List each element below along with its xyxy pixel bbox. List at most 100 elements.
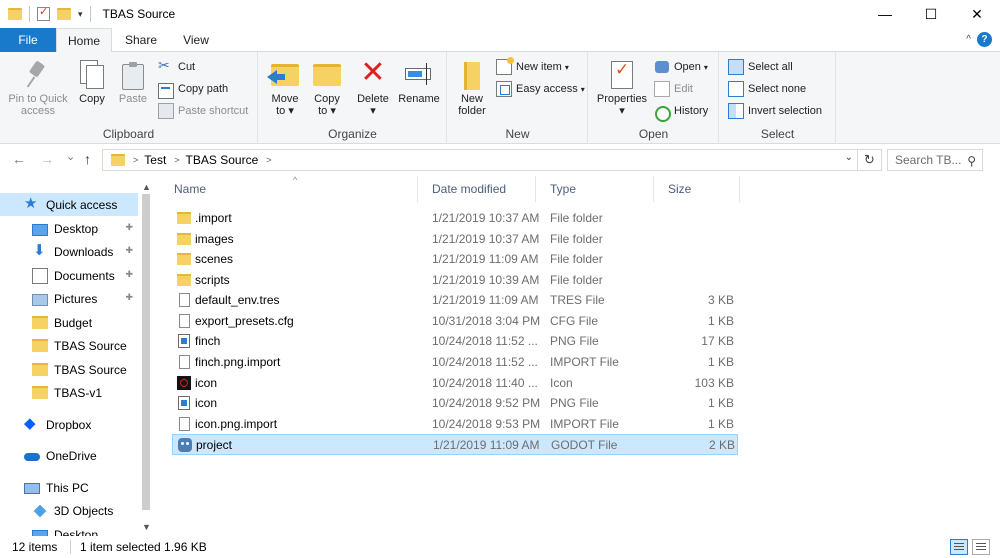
file-row[interactable]: finch 10/24/2018 11:52 ... PNG File 17 K… [172,331,738,352]
nav-item-desktop[interactable]: Desktop [0,523,138,536]
new-folder-icon[interactable] [57,8,71,20]
file-size: 1 KB [707,396,734,410]
file-row[interactable]: icon 10/24/2018 9:52 PM PNG File 1 KB [172,393,738,414]
nav-item-3d-objects[interactable]: 3D Objects [0,499,138,522]
new-item-button[interactable]: New item ▾ [496,57,569,77]
pin-icon: ✚ [125,269,133,279]
edit-button[interactable]: Edit [654,79,693,99]
file-row-selected[interactable]: project 1/21/2019 11:09 AM GODOT File 2 … [172,434,738,455]
delete-button[interactable]: ✕ Delete ▾ [353,56,393,118]
file-size: 1 KB [707,314,734,328]
nav-item-label: 3D Objects [54,503,114,518]
new-folder-button[interactable]: New folder [452,56,492,117]
button-label: Easy access [516,83,578,95]
dropbox-icon [24,414,40,433]
help-icon[interactable]: ? [977,32,992,47]
scroll-up-icon[interactable]: ▲ [142,182,151,192]
pin-to-quick-access-button[interactable]: Pin to Quick access [4,56,72,117]
open-group: Properties ▾ Open▾ Edit History Open [589,52,719,144]
file-type: IMPORT File [550,417,619,431]
nav-item-tbas-source[interactable]: TBAS Source [0,358,138,381]
history-button[interactable]: History [654,101,708,122]
cut-button[interactable]: Cut [158,57,195,77]
properties-button[interactable]: Properties ▾ [593,56,651,117]
nav-item-label: TBAS Source [54,362,127,377]
sort-ascending-icon: ^ [293,175,298,185]
nav-item-quick-access[interactable]: Quick access [0,193,138,216]
file-row[interactable]: scenes 1/21/2019 11:09 AM File folder [172,249,738,270]
recent-locations-icon[interactable]: ⌄ [66,150,75,163]
breadcrumb-item[interactable]: TBAS Source [186,153,259,167]
move-to-button[interactable]: Move to ▾ [265,56,305,117]
paste-shortcut-button[interactable]: Paste shortcut [158,101,248,121]
collapse-ribbon-icon[interactable]: ^ [966,34,971,45]
folder-icon [177,274,191,286]
back-icon[interactable]: ← [12,151,26,167]
nav-item-tbas-source[interactable]: TBAS Source [0,334,138,357]
file-row[interactable]: icon.png.import 10/24/2018 9:53 PM IMPOR… [172,414,738,435]
3d-objects-icon [32,503,48,519]
scrollbar-thumb[interactable] [142,194,150,510]
tab-home[interactable]: Home [56,28,112,53]
customize-toolbar-icon[interactable]: ▾ [78,9,83,20]
tab-share[interactable]: Share [114,28,168,52]
file-row[interactable]: export_presets.cfg 10/31/2018 3:04 PM CF… [172,311,738,332]
chevron-right-icon: > [174,155,180,165]
column-header-name[interactable]: Name ^ [160,175,418,202]
button-label: Open [674,61,701,73]
address-dropdown-icon[interactable]: ⌄ [845,152,853,163]
paste-button[interactable]: Paste [114,56,152,105]
copy-to-button[interactable]: Copy to ▾ [307,56,347,117]
column-header-size[interactable]: Size [654,176,740,202]
breadcrumb-item[interactable]: Test [144,153,166,167]
divider [70,540,71,554]
search-placeholder: Search TB... [895,153,962,167]
refresh-button[interactable]: ↻ [858,149,882,171]
scroll-down-icon[interactable]: ▼ [142,522,151,532]
navigation-pane-scrollbar[interactable]: ▲ ▼ [139,180,153,536]
file-row[interactable]: icon 10/24/2018 11:40 ... Icon 103 KB [172,373,738,394]
file-row[interactable]: images 1/21/2019 10:37 AM File folder [172,229,738,250]
nav-item-budget[interactable]: Budget [0,311,138,334]
file-row[interactable]: default_env.tres 1/21/2019 11:09 AM TRES… [172,290,738,311]
divider [89,6,91,22]
copy-button[interactable]: Copy [74,56,110,105]
column-header-type[interactable]: Type [536,176,654,202]
nav-item-onedrive[interactable]: OneDrive [0,444,138,467]
nav-item-documents[interactable]: Documents ✚ [0,264,138,287]
invert-selection-button[interactable]: Invert selection [728,101,822,121]
properties-icon[interactable] [37,5,50,21]
maximize-button[interactable]: ☐ [908,0,954,28]
nav-item-desktop[interactable]: Desktop ✚ [0,217,138,240]
address-bar[interactable]: > Test > TBAS Source > ⌄ [102,149,858,171]
button-label: Edit [674,83,693,95]
nav-item-tbas-v1[interactable]: TBAS-v1 [0,381,138,404]
large-icons-view-icon[interactable] [972,539,990,555]
minimize-button[interactable]: — [862,0,908,28]
up-icon[interactable]: ↑ [84,151,91,167]
button-label: New item [516,61,562,73]
nav-item-this-pc[interactable]: This PC [0,476,138,499]
forward-icon[interactable]: → [40,151,54,167]
open-button[interactable]: Open ▾ [654,57,708,77]
details-view-icon[interactable] [950,539,968,555]
tab-file[interactable]: File [0,28,56,52]
select-none-button[interactable]: Select none [728,79,806,99]
group-label: Select [760,127,795,141]
file-row[interactable]: scripts 1/21/2019 10:39 AM File folder [172,270,738,291]
nav-item-dropbox[interactable]: Dropbox [0,413,138,436]
file-name: icon [195,396,218,410]
tab-view[interactable]: View [170,28,222,52]
rename-button[interactable]: Rename [395,56,443,105]
copy-path-button[interactable]: Copy path [158,79,228,99]
file-row[interactable]: .import 1/21/2019 10:37 AM File folder [172,208,738,229]
file-row[interactable]: finch.png.import 10/24/2018 11:52 ... IM… [172,352,738,373]
column-header-date[interactable]: Date modified [418,176,536,202]
select-all-button[interactable]: Select all [728,57,793,77]
file-name: icon.png.import [195,417,278,431]
close-button[interactable]: ✕ [954,0,1000,28]
nav-item-downloads[interactable]: Downloads ✚ [0,240,138,263]
search-input[interactable]: Search TB... ⚲ [887,149,983,171]
nav-item-pictures[interactable]: Pictures ✚ [0,287,138,310]
easy-access-button[interactable]: Easy access ▾ [496,79,585,99]
